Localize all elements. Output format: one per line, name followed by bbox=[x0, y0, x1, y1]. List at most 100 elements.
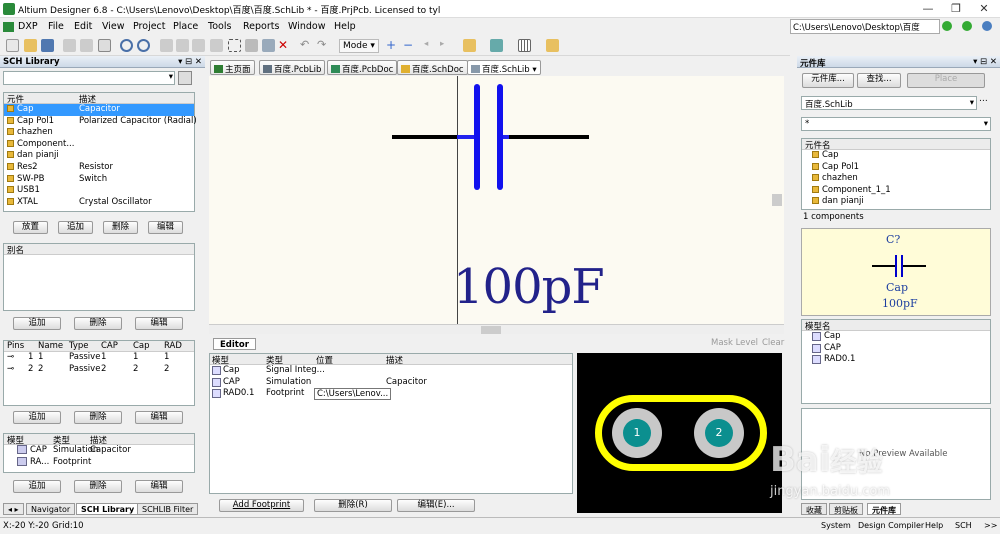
sch-button[interactable]: SCH bbox=[951, 520, 976, 532]
list-item[interactable]: chazhen bbox=[802, 173, 990, 185]
table-row[interactable]: CAP Simulation Capacitor bbox=[4, 445, 194, 457]
menu-window[interactable]: Window bbox=[288, 21, 325, 32]
edit-component-button[interactable]: 编辑 bbox=[148, 221, 183, 234]
list-item[interactable]: Cap Pol1 bbox=[802, 162, 990, 174]
model-location[interactable]: C:\Users\Lenov... bbox=[314, 388, 392, 401]
menu-file[interactable]: File bbox=[48, 21, 64, 32]
delete-component-button[interactable]: 删除 bbox=[103, 221, 138, 234]
edit-footprint-button[interactable]: 编辑(E)... bbox=[397, 499, 475, 512]
table-row[interactable]: dan pianji bbox=[4, 150, 194, 162]
table-row[interactable]: Cap Pol1 Polarized Capacitor (Radial) bbox=[4, 116, 197, 128]
list-item[interactable]: Cap bbox=[802, 331, 990, 343]
menu-project[interactable]: Project bbox=[133, 21, 166, 32]
minimize-button[interactable]: — bbox=[914, 0, 942, 18]
list-item[interactable]: RAD0.1 bbox=[802, 354, 990, 366]
delete-alias-button[interactable]: 删除 bbox=[74, 317, 122, 330]
edit-alias-button[interactable]: 编辑 bbox=[135, 317, 183, 330]
nav-left-icon[interactable]: ◂ bbox=[424, 39, 437, 52]
canvas-hscrollbar[interactable] bbox=[209, 324, 784, 334]
table-row[interactable]: USB1 bbox=[4, 185, 194, 197]
footprint-preview[interactable]: 1 2 bbox=[577, 353, 782, 513]
table-row[interactable]: XTAL Crystal Oscillator bbox=[4, 197, 194, 209]
table-row[interactable]: Cap Capacitor bbox=[4, 104, 194, 116]
tab-navigator[interactable]: Navigator bbox=[26, 503, 76, 515]
table-row[interactable]: Component... bbox=[4, 139, 194, 151]
tab-libraries[interactable]: 元件库 bbox=[867, 503, 901, 515]
list-item[interactable]: dan pianji bbox=[802, 196, 990, 208]
table-row[interactable]: SW-PB Switch bbox=[4, 174, 194, 186]
tab-favorites[interactable]: 收藏 bbox=[801, 503, 827, 515]
menu-help[interactable]: Help bbox=[334, 21, 356, 32]
tab-schlib[interactable]: 百度.SchLib ▾ bbox=[467, 60, 541, 75]
system-button[interactable]: System bbox=[817, 520, 855, 532]
save-icon[interactable] bbox=[41, 39, 54, 52]
select-area-icon[interactable] bbox=[228, 39, 241, 52]
search-button[interactable]: 查找... bbox=[857, 73, 901, 88]
help-button[interactable]: Help bbox=[921, 520, 947, 532]
tab-schlib-filter[interactable]: SCHLIB Filter bbox=[137, 503, 199, 515]
schematic-canvas[interactable]: 100pF bbox=[209, 76, 784, 324]
list-item[interactable]: Component_1_1 bbox=[802, 185, 990, 197]
nav-right-icon[interactable]: ▸ bbox=[440, 39, 453, 52]
add-pin-button[interactable]: 追加 bbox=[13, 411, 61, 424]
copy-icon[interactable] bbox=[176, 39, 189, 52]
table-row[interactable]: Res2 Resistor bbox=[4, 162, 194, 174]
search-icon[interactable] bbox=[178, 71, 192, 85]
add-component-button[interactable]: 追加 bbox=[58, 221, 93, 234]
mode-dropdown[interactable]: Mode ▾ bbox=[339, 39, 379, 53]
select-icon[interactable] bbox=[262, 39, 275, 52]
document-icon[interactable] bbox=[98, 39, 111, 52]
list-item[interactable]: Cap bbox=[802, 150, 990, 162]
tab-pcblib[interactable]: 百度.PcbLib bbox=[259, 60, 326, 75]
undo-icon[interactable]: ↶ bbox=[300, 39, 313, 52]
editor-tab[interactable]: Editor bbox=[213, 338, 256, 350]
more-button[interactable]: >> bbox=[980, 520, 1000, 532]
canvas-vscroll-thumb[interactable] bbox=[772, 194, 782, 206]
delete-model-button[interactable]: 删除 bbox=[74, 480, 122, 493]
place-button[interactable]: 放置 bbox=[13, 221, 48, 234]
back-icon[interactable] bbox=[942, 21, 952, 31]
tab-pcbdoc[interactable]: 百度.PcbDoc bbox=[327, 60, 398, 75]
library-select[interactable]: 百度.SchLib ▾ bbox=[801, 96, 977, 110]
add-alias-button[interactable]: 追加 bbox=[13, 317, 61, 330]
add-icon[interactable]: + bbox=[386, 39, 399, 52]
grid-icon[interactable] bbox=[518, 39, 531, 52]
maximize-button[interactable]: ❐ bbox=[942, 0, 970, 18]
delete-footprint-button[interactable]: 删除(R) bbox=[314, 499, 392, 512]
table-row[interactable]: ⊸ 2 2 Passive 2 2 2 bbox=[4, 364, 194, 376]
remove-icon[interactable]: − bbox=[403, 39, 416, 52]
edit-model-button[interactable]: 编辑 bbox=[135, 480, 183, 493]
forward-icon[interactable] bbox=[962, 21, 972, 31]
zoom-out-icon[interactable] bbox=[137, 39, 150, 52]
menu-tools[interactable]: Tools bbox=[208, 21, 231, 32]
path-combo[interactable]: C:\Users\Lenovo\Desktop\百度 bbox=[790, 19, 940, 34]
menu-place[interactable]: Place bbox=[173, 21, 198, 32]
menu-dxp[interactable]: DXP bbox=[18, 21, 38, 32]
table-row[interactable]: CAP Simulation Capacitor bbox=[210, 377, 572, 389]
tab-home[interactable]: 主页面 bbox=[210, 60, 255, 75]
tab-sch-library[interactable]: SCH Library bbox=[76, 503, 140, 515]
home-icon[interactable] bbox=[982, 21, 992, 31]
library-filter-input[interactable]: ▾ bbox=[3, 71, 175, 85]
mask-level-button[interactable]: Mask Level bbox=[711, 338, 758, 348]
tools-icon[interactable] bbox=[463, 39, 476, 52]
hscroll-thumb[interactable] bbox=[481, 326, 501, 334]
place-component-button[interactable]: Place bbox=[907, 73, 985, 88]
preview-icon[interactable] bbox=[80, 39, 93, 52]
table-row[interactable]: Cap Signal Integ... bbox=[210, 365, 572, 377]
table-row[interactable]: RA... Footprint bbox=[4, 456, 194, 469]
new-icon[interactable] bbox=[6, 39, 19, 52]
move-icon[interactable] bbox=[245, 39, 258, 52]
rubber-stamp-icon[interactable] bbox=[210, 39, 223, 52]
table-row[interactable]: RAD0.1 Footprint C:\Users\Lenov... bbox=[210, 388, 572, 401]
table-row[interactable]: chazhen bbox=[4, 127, 194, 139]
zoom-in-icon[interactable] bbox=[120, 39, 133, 52]
library-menu-icon[interactable]: ⋯ bbox=[979, 96, 991, 110]
cut-icon[interactable] bbox=[160, 39, 173, 52]
chart-icon[interactable] bbox=[490, 39, 503, 52]
open-icon[interactable] bbox=[24, 39, 37, 52]
paste-icon[interactable] bbox=[192, 39, 205, 52]
clear-button[interactable]: Clear bbox=[762, 338, 784, 348]
deselect-icon[interactable]: ✕ bbox=[278, 39, 291, 52]
capacitor-plate-1[interactable] bbox=[474, 84, 480, 190]
